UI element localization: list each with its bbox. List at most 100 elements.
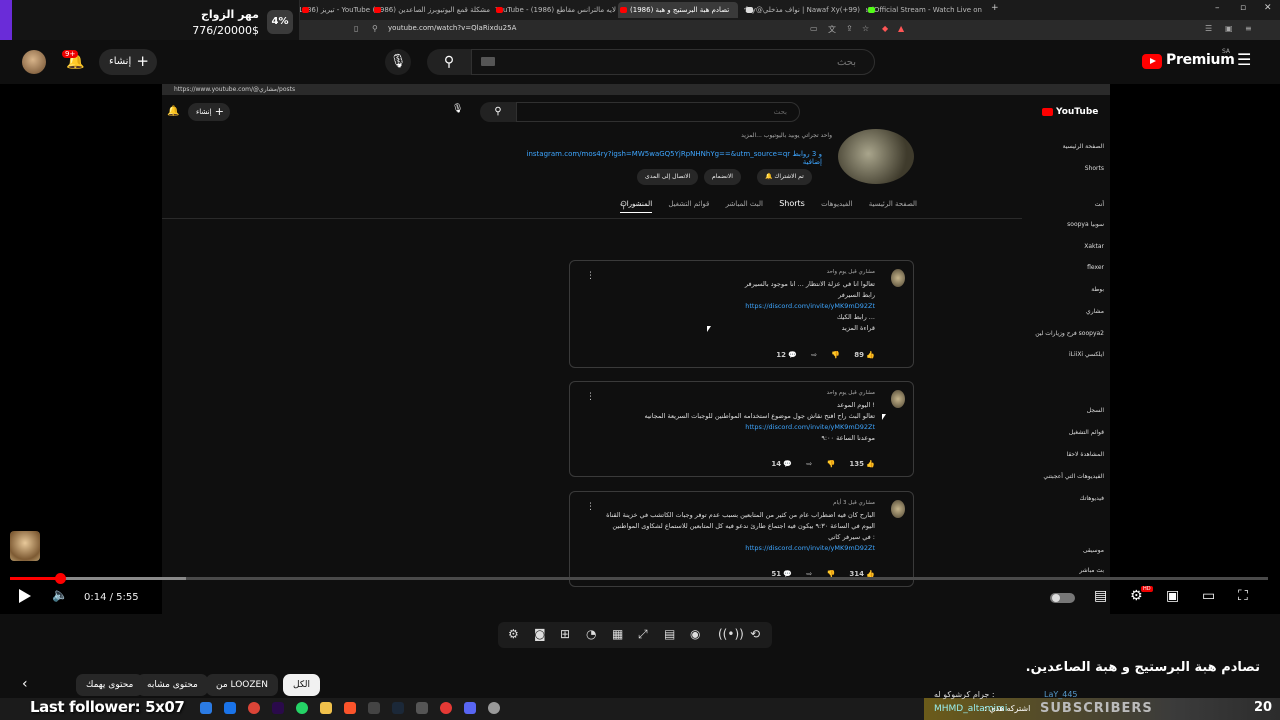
app-icon[interactable] [488,702,500,714]
hamburger-menu-icon[interactable]: ☰ [1237,50,1251,69]
tiktok-favicon-icon [746,7,753,13]
maximize-icon[interactable]: ▫ [1240,3,1246,13]
share-icon[interactable]: ⇪ [846,24,853,33]
search-icon: ⚲ [443,54,455,70]
chip-all[interactable]: الكل [283,674,321,696]
youtube-play-logo-icon [1142,54,1162,69]
comment-count: 12 [776,351,787,359]
like-count: 135 [849,460,865,468]
browser-tab[interactable]: aLiOfficial Stream - Watch Live on... [866,2,982,18]
bookmark-icon[interactable]: ▯ [354,24,358,33]
post-link: https://discord.com/invite/yMK9mD92Zt [745,423,875,431]
chip-for-you[interactable]: محتوى يهمك [76,674,144,696]
sidebar-item: iLiiXi ايلكسي [1068,351,1104,358]
like-count: 89 [854,351,865,359]
browser-tab[interactable]: لايه مالترانس مقاطع (1986) - YouTube [494,2,616,18]
app-icon[interactable] [440,702,452,714]
whatsapp-icon[interactable] [296,702,308,714]
terminal-icon[interactable] [416,702,428,714]
miniplayer-icon[interactable]: ▣ [1166,588,1179,604]
repeat-icon[interactable]: ⟲ [750,627,760,641]
rewards-icon[interactable]: ▲ [898,24,904,33]
post-tail: رابط الكيك ... قراءة المزيد [836,313,875,332]
scrubber-handle[interactable] [54,573,66,584]
store-icon[interactable] [224,702,236,714]
theater-mode-icon[interactable]: ▭ [1202,588,1215,604]
add-icon[interactable]: ⊞ [560,627,570,641]
chip-similar[interactable]: محتوى مشابه [137,674,208,696]
search-input[interactable] [472,50,874,75]
url-field[interactable]: youtube.com/watch?v=QlaRixdu25A [388,24,516,32]
search-button[interactable]: ⚲ [427,49,471,75]
chrome-icon[interactable] [248,702,260,714]
clapper-icon[interactable]: ▤ [664,627,675,641]
browser-tab[interactable]: مشكلة قمع اليوتيوبرز الصاعدين (1986) [372,2,490,18]
tab-live: البث المباشر [725,200,763,208]
donation-percent: 4% [267,10,293,34]
autoplay-toggle[interactable] [1050,593,1075,603]
resize-icon[interactable]: ⤢ [638,627,648,642]
video-player[interactable]: https://www.youtube.com/@مشاري/posts 🔔 إ… [0,84,1280,614]
subtitles-icon[interactable]: ▤ [1094,588,1107,604]
fullscreen-icon[interactable]: ⛶ [1238,588,1248,604]
create-button[interactable]: إنشاء + [99,49,157,75]
sidebar-item: موسيقى [1082,547,1104,554]
volume-icon[interactable]: 🔈 [52,588,68,603]
star-icon[interactable]: ☆ [862,24,869,33]
premiere-icon[interactable] [272,702,284,714]
channel-tabs: الصفحة الرئيسية الفيديوهات Shorts البث ا… [617,199,917,213]
new-tab-icon[interactable]: + [991,3,999,13]
play-icon[interactable] [19,589,31,603]
brave-shield-icon[interactable]: ◆ [882,24,888,33]
brave-icon[interactable] [344,702,356,714]
speed-gauge-icon[interactable]: ◔ [586,627,596,641]
sidebar-item: الصفحة الرئيسية [1062,143,1104,150]
wallet-icon[interactable]: ▣ [1225,24,1233,33]
steam-icon[interactable] [392,702,404,714]
chip-from-channel[interactable]: من LOOZEN [206,674,278,696]
folder-icon[interactable] [320,702,332,714]
discord-icon[interactable] [464,702,476,714]
close-window-icon[interactable]: ✕ [1264,3,1272,13]
tab-label: YouTube - تيريز (1986) [300,6,370,14]
site-info-icon[interactable]: ⚲ [372,24,378,33]
cast-icon[interactable]: ▭ [810,24,818,33]
youtube-favicon-icon [302,7,309,13]
sidebar-item: السجل [1086,407,1104,414]
post-actions: 👍 89 👎 ⇨ 💬 12 [764,351,875,359]
plus-icon: + [136,52,149,70]
channel-search-icon: ⚲ [620,200,628,211]
share-icon: ⇨ [806,460,813,468]
ticker-message: اشتركه هذي : [984,704,1031,713]
screenshot-camera-icon[interactable]: ◙ [534,627,546,641]
inner-sidebar: الصفحة الرئيسية Shorts أنت soopya سوبيا … [1020,131,1110,614]
chevron-left-icon[interactable]: ‹ [22,676,28,692]
watch-view-icon[interactable]: ◉ [690,627,700,641]
browser-tab[interactable]: (Nawaf Xy(+99 | نواف مذخلي@yfay [744,2,860,18]
browser-tab-active[interactable]: تصادم هبة البرستيج و هبة (1986) [618,2,738,18]
account-avatar[interactable] [22,50,46,74]
video-progress-bar[interactable] [10,573,1268,584]
obs-icon[interactable] [368,702,380,714]
broadcast-icon[interactable]: ((•)) [718,627,744,641]
region-code: SA [1222,48,1231,55]
post-author-avatar [891,269,905,287]
translate-icon[interactable]: 文 [828,24,836,35]
inner-create-label: إنشاء [196,108,212,116]
settings-gear-icon[interactable]: ⚙ [508,627,519,641]
menu-icon[interactable]: ≡ [1245,24,1252,33]
sidebar-item: الفيديوهات التي أعجبتني [1043,473,1104,480]
extensions-icon[interactable]: ☰ [1205,24,1212,33]
sidebar-item: أنت [1094,201,1104,208]
subtitles-icon[interactable]: ▦ [612,627,623,641]
mouse-cursor-icon [882,414,886,420]
explorer-icon[interactable] [200,702,212,714]
sidebar-item: المشاهدة لاحقا [1066,451,1104,458]
minimize-icon[interactable]: – [1215,3,1220,13]
time-display: 0:14 / 5:55 [84,592,139,603]
voice-search-mic-icon[interactable]: 🎙 [385,49,411,75]
sidebar-item: Shorts [1084,165,1104,172]
browser-tab[interactable]: YouTube - تيريز (1986) [300,2,370,18]
post-body: تعالوا انا في عزلة الانتظار ... انا موجو… [585,279,875,334]
keyboard-icon[interactable] [481,57,495,66]
